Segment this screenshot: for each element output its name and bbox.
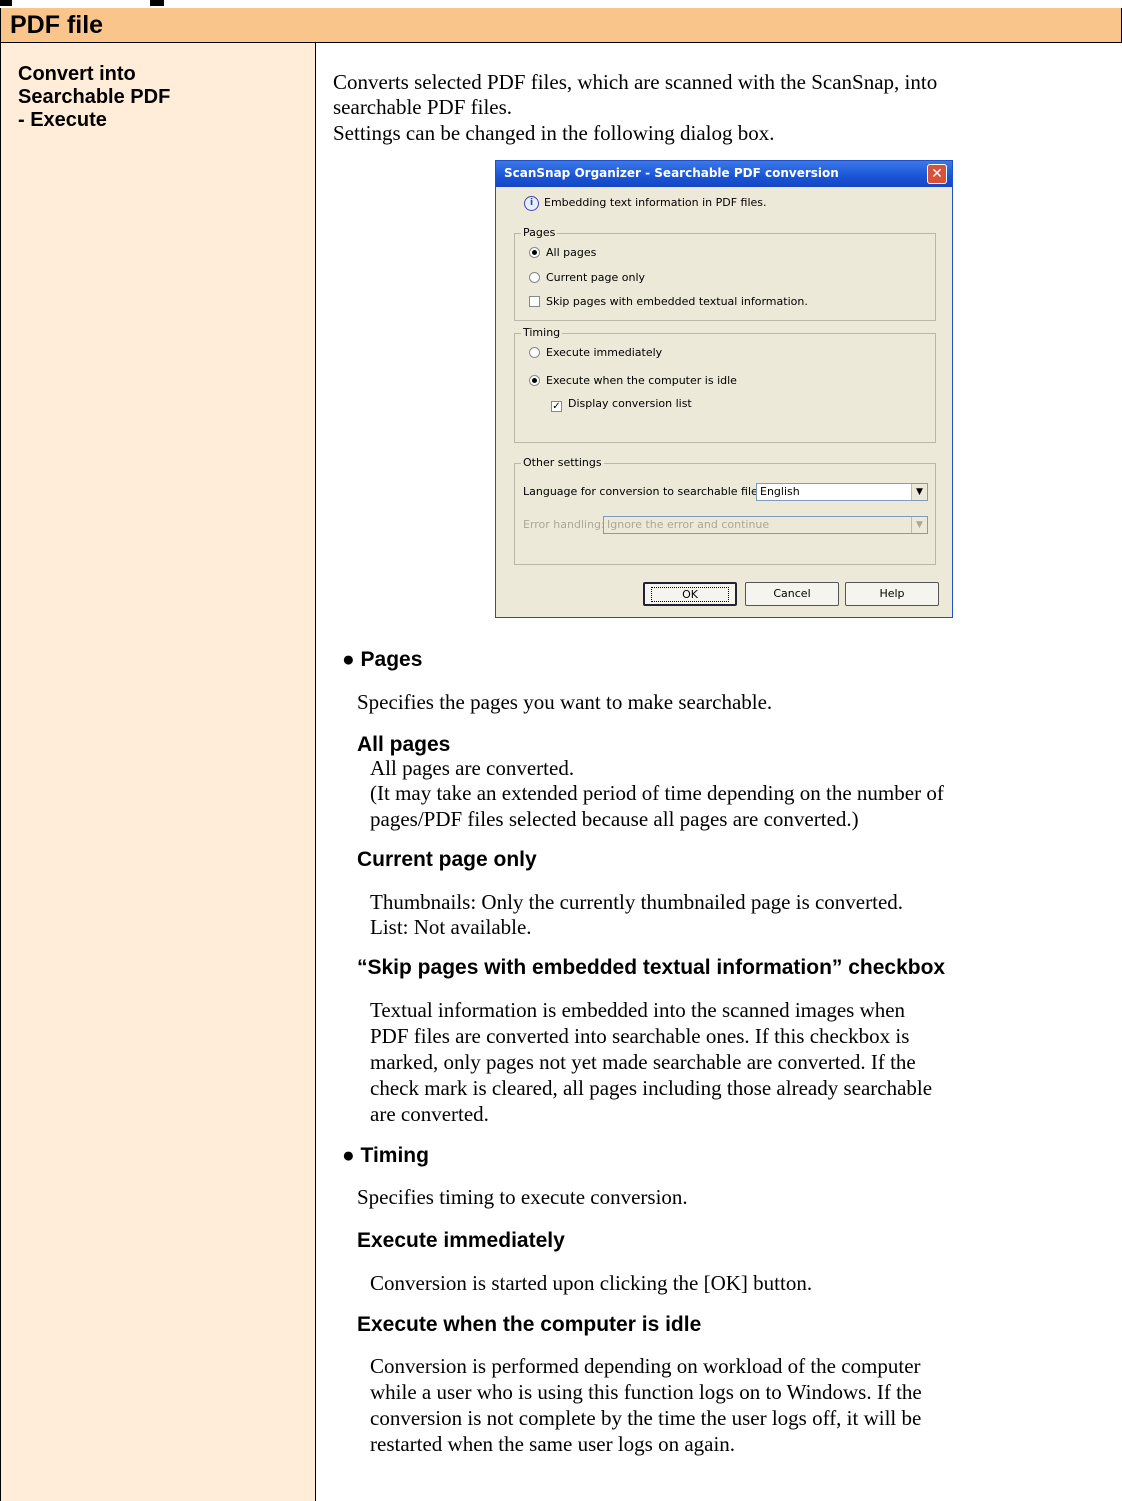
radio-selected-icon bbox=[529, 247, 540, 258]
checkmark-icon: ✓ bbox=[551, 401, 562, 412]
timing-group-title: Timing bbox=[521, 326, 563, 339]
function-name-label: Convert into Searchable PDF - Execute bbox=[18, 63, 171, 131]
display-list-checkbox[interactable]: ✓ Display conversion list bbox=[551, 397, 692, 412]
display-list-label: Display conversion list bbox=[568, 397, 692, 410]
description-cell: Converts selected PDF files, which are s… bbox=[316, 43, 1122, 1501]
execute-idle-text: Conversion is performed depending on wor… bbox=[370, 1354, 921, 1378]
radio-selected-icon bbox=[529, 375, 540, 386]
error-handling-label: Error handling: bbox=[523, 518, 605, 531]
execute-immediately-label: Execute immediately bbox=[546, 346, 663, 359]
dialog-titlebar: ScanSnap Organizer - Searchable PDF conv… bbox=[496, 161, 952, 187]
all-pages-heading: All pages bbox=[357, 733, 451, 756]
chevron-down-icon: ▼ bbox=[911, 517, 927, 533]
execute-idle-text: conversion is not complete by the time t… bbox=[370, 1406, 922, 1430]
current-page-text: Thumbnails: Only the currently thumbnail… bbox=[370, 890, 904, 914]
pages-heading: ● Pages bbox=[342, 648, 423, 671]
current-page-heading: Current page only bbox=[357, 848, 537, 871]
ok-button-label: OK bbox=[651, 587, 729, 602]
current-page-label: Current page only bbox=[546, 271, 646, 284]
intro-line: searchable PDF files. bbox=[333, 95, 513, 119]
skip-pages-text: Textual information is embedded into the… bbox=[370, 998, 906, 1022]
table-header: PDF file bbox=[0, 8, 1122, 43]
other-settings-group: Other settings Language for conversion t… bbox=[514, 456, 936, 565]
searchable-pdf-dialog-screenshot: ScanSnap Organizer - Searchable PDF conv… bbox=[495, 160, 953, 618]
all-pages-label: All pages bbox=[546, 246, 597, 259]
execute-idle-label: Execute when the computer is idle bbox=[546, 374, 737, 387]
error-handling-select: Ignore the error and continue ▼ bbox=[603, 516, 928, 534]
help-button[interactable]: Help bbox=[845, 582, 939, 606]
cancel-button[interactable]: Cancel bbox=[745, 582, 839, 606]
skip-pages-label: Skip pages with embedded textual informa… bbox=[546, 295, 808, 308]
all-pages-radio[interactable]: All pages bbox=[529, 246, 596, 259]
checkbox-icon bbox=[529, 296, 540, 307]
execute-immediately-heading: Execute immediately bbox=[357, 1229, 565, 1252]
error-handling-value: Ignore the error and continue bbox=[607, 518, 770, 531]
skip-pages-text: check mark is cleared, all pages includi… bbox=[370, 1076, 933, 1100]
chevron-down-icon: ▼ bbox=[911, 484, 927, 500]
all-pages-text: (It may take an extended period of time … bbox=[370, 781, 944, 805]
radio-icon bbox=[529, 347, 540, 358]
current-page-text: List: Not available. bbox=[370, 915, 532, 939]
info-icon: i bbox=[524, 196, 539, 211]
skip-pages-checkbox[interactable]: Skip pages with embedded textual informa… bbox=[529, 295, 808, 308]
execute-idle-heading: Execute when the computer is idle bbox=[357, 1313, 702, 1336]
help-button-label: Help bbox=[879, 587, 905, 600]
skip-pages-text: PDF files are converted into searchable … bbox=[370, 1024, 910, 1048]
pages-group-title: Pages bbox=[521, 226, 558, 239]
ok-button[interactable]: OK bbox=[643, 582, 737, 606]
dialog-info-text: Embedding text information in PDF files. bbox=[544, 196, 767, 209]
close-icon[interactable]: ✕ bbox=[927, 164, 947, 184]
skip-pages-heading: “Skip pages with embedded textual inform… bbox=[357, 956, 946, 979]
all-pages-text: pages/PDF files selected because all pag… bbox=[370, 807, 859, 831]
language-value: English bbox=[760, 485, 800, 498]
pages-description: Specifies the pages you want to make sea… bbox=[357, 690, 773, 714]
table-header-title: PDF file bbox=[10, 11, 104, 39]
timing-heading: ● Timing bbox=[342, 1144, 429, 1167]
skip-pages-text: are converted. bbox=[370, 1102, 489, 1126]
timing-group: Timing Execute immediately Execute when … bbox=[514, 326, 936, 443]
timing-description: Specifies timing to execute conversion. bbox=[357, 1185, 688, 1209]
radio-icon bbox=[529, 272, 540, 283]
left-label-cell: Convert into Searchable PDF - Execute bbox=[0, 43, 315, 1501]
execute-immediately-radio[interactable]: Execute immediately bbox=[529, 346, 662, 359]
pages-group: Pages All pages Current page only Skip p… bbox=[514, 226, 936, 321]
intro-line: Converts selected PDF files, which are s… bbox=[333, 70, 938, 94]
clipped-heading-fragment bbox=[0, 0, 1122, 8]
settings-table: PDF file Convert into Searchable PDF - E… bbox=[0, 8, 1122, 1501]
execute-idle-text: while a user who is using this function … bbox=[370, 1380, 922, 1404]
execute-idle-radio[interactable]: Execute when the computer is idle bbox=[529, 374, 737, 387]
execute-immediately-text: Conversion is started upon clicking the … bbox=[370, 1271, 813, 1295]
language-label: Language for conversion to searchable fi… bbox=[523, 485, 768, 498]
dialog-title: ScanSnap Organizer - Searchable PDF conv… bbox=[504, 166, 839, 180]
language-select[interactable]: English ▼ bbox=[756, 483, 928, 501]
current-page-radio[interactable]: Current page only bbox=[529, 271, 645, 284]
intro-line: Settings can be changed in the following… bbox=[333, 121, 775, 145]
cancel-button-label: Cancel bbox=[773, 587, 811, 600]
other-settings-group-title: Other settings bbox=[521, 456, 604, 469]
execute-idle-text: restarted when the same user logs on aga… bbox=[370, 1432, 736, 1456]
all-pages-text: All pages are converted. bbox=[370, 756, 575, 780]
skip-pages-text: marked, only pages not yet made searchab… bbox=[370, 1050, 916, 1074]
table-border-left bbox=[0, 8, 1, 1501]
